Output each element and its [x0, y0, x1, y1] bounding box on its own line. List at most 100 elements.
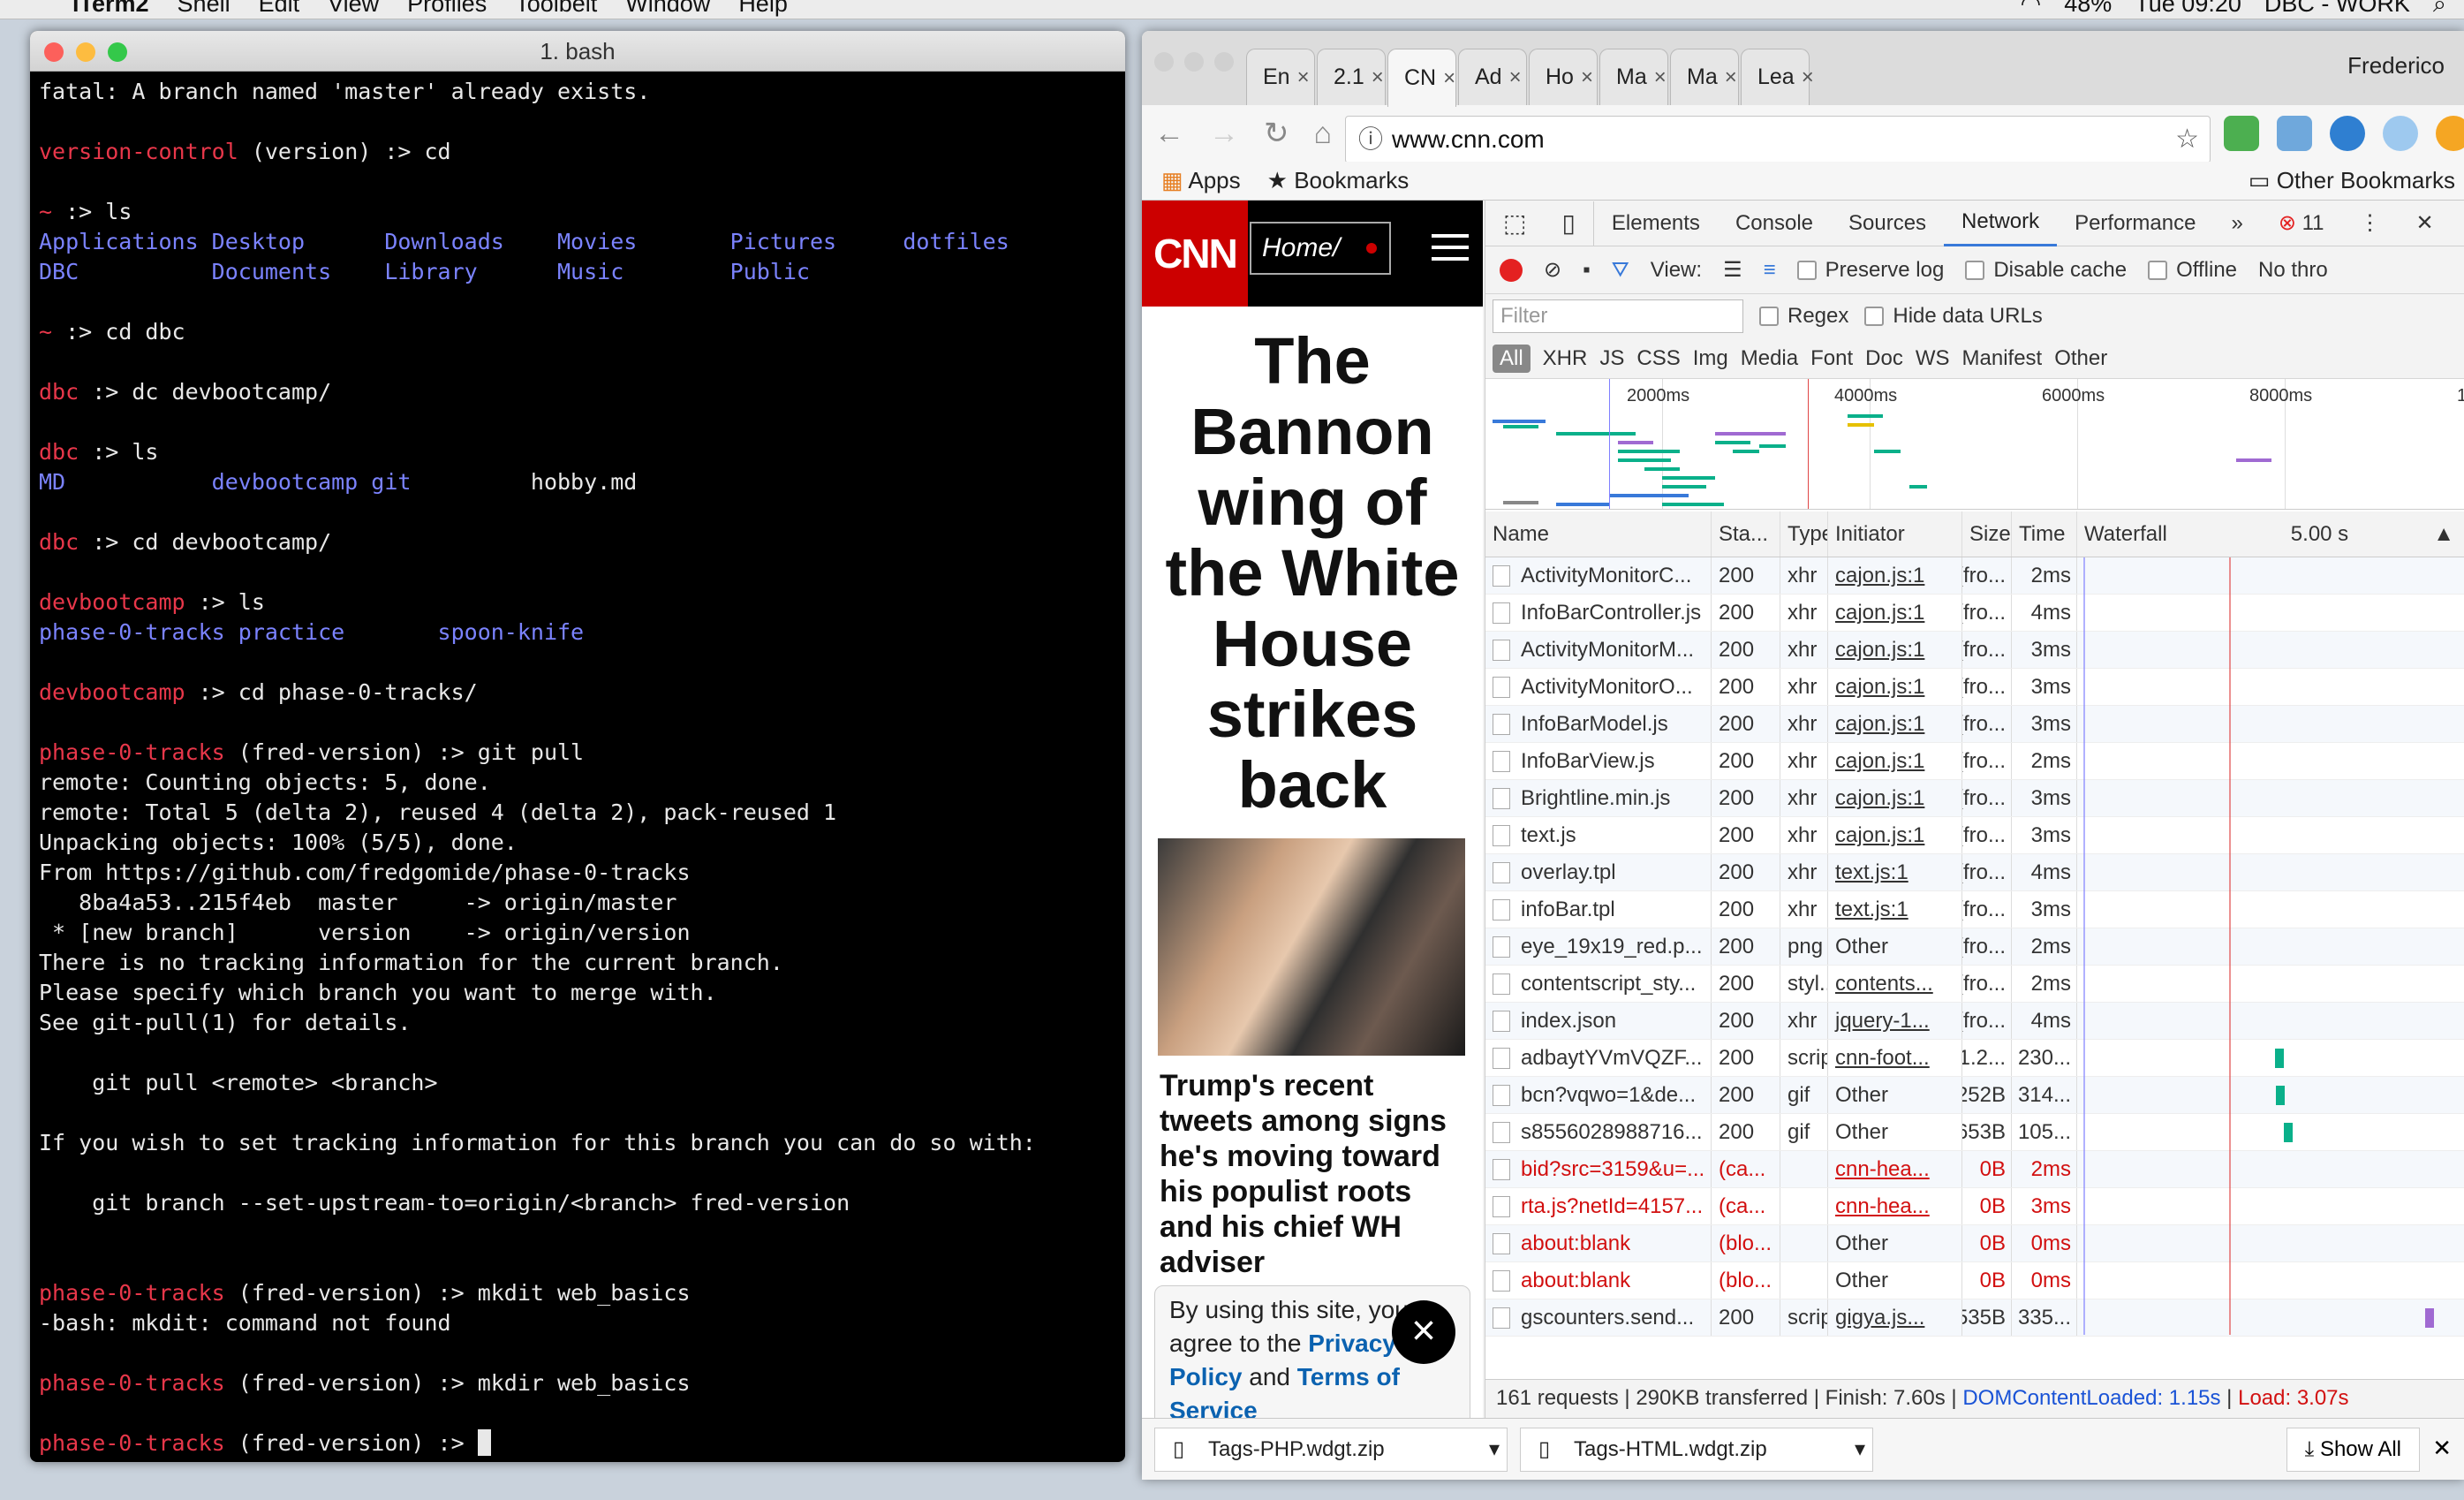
show-all-button[interactable]: ⤓ Show All: [2286, 1428, 2420, 1472]
table-row[interactable]: ActivityMonitorC... 200 xhr cajon.js:1 (fro.…: [1485, 557, 2464, 595]
cell-initiator[interactable]: jquery-1...: [1828, 1003, 1962, 1039]
table-row[interactable]: InfoBarController.js 200 xhr cajon.js:1 (fro…: [1485, 595, 2464, 632]
table-row[interactable]: InfoBarModel.js 200 xhr cajon.js:1 (fro... 3m…: [1485, 706, 2464, 743]
type-filter-img[interactable]: Img: [1693, 346, 1728, 371]
table-row[interactable]: overlay.tpl 200 xhr text.js:1 (fro... 4ms: [1485, 854, 2464, 891]
close-window-button[interactable]: [1154, 52, 1174, 72]
type-filter-ws[interactable]: WS: [1916, 346, 1950, 371]
record-button[interactable]: [1500, 258, 1523, 282]
table-row[interactable]: adbaytYVmVQZF... 200 script cnn-foot... 1.2.…: [1485, 1040, 2464, 1077]
browser-tab[interactable]: En ×: [1246, 49, 1315, 105]
search-icon[interactable]: ⌕: [2433, 0, 2446, 16]
menu-toolbelt[interactable]: Toolbelt: [515, 0, 597, 15]
headline[interactable]: The Bannon wing of the White House strik…: [1142, 307, 1483, 821]
menu-window[interactable]: Window: [625, 0, 710, 15]
table-row[interactable]: index.json 200 xhr jquery-1... (fro... 4ms: [1485, 1003, 2464, 1040]
home-icon[interactable]: ⌂: [1314, 117, 1333, 151]
close-devtools-icon[interactable]: ✕: [2399, 201, 2452, 246]
table-row[interactable]: contentscript_sty... 200 styl... contents..…: [1485, 966, 2464, 1003]
table-row[interactable]: about:blank (blo... Other 0B 0ms: [1485, 1225, 2464, 1262]
device-toolbar-icon[interactable]: ▯: [1544, 201, 1594, 246]
cnn-home-section[interactable]: Home/: [1250, 222, 1391, 275]
cell-initiator[interactable]: cajon.js:1: [1828, 817, 1962, 853]
type-filter-xhr[interactable]: XHR: [1543, 346, 1588, 371]
cell-initiator[interactable]: cnn-hea...: [1828, 1188, 1962, 1224]
table-row[interactable]: Brightline.min.js 200 xhr cajon.js:1 (fro...…: [1485, 780, 2464, 817]
close-tab-icon[interactable]: ×: [1654, 65, 1667, 90]
cell-initiator[interactable]: cajon.js:1: [1828, 780, 1962, 816]
table-row[interactable]: gscounters.send... 200 script gigya.js... 53…: [1485, 1299, 2464, 1337]
cell-initiator[interactable]: Other: [1828, 1077, 1962, 1113]
browser-tab[interactable]: 2.1 ×: [1317, 49, 1386, 105]
cell-initiator[interactable]: cnn-hea...: [1828, 1151, 1962, 1187]
cell-initiator[interactable]: Other: [1828, 1225, 1962, 1261]
type-filter-media[interactable]: Media: [1741, 346, 1798, 371]
bookmarks-shortcut[interactable]: ★ Bookmarks: [1267, 167, 1410, 194]
kebab-menu-icon[interactable]: ⋮: [2342, 201, 2399, 246]
filter-input[interactable]: Filter: [1493, 299, 1743, 333]
profile-button[interactable]: Frederico: [2347, 52, 2445, 80]
cell-initiator[interactable]: gigya.js...: [1828, 1299, 1962, 1336]
clock[interactable]: Tue 09:20: [2135, 0, 2241, 16]
cell-initiator[interactable]: cnn-foot...: [1828, 1040, 1962, 1076]
terminal-titlebar[interactable]: 1. bash: [30, 31, 1125, 72]
table-row[interactable]: rta.js?netId=4157... (ca... cnn-hea... 0B 3m…: [1485, 1188, 2464, 1225]
extension-icon[interactable]: [2436, 116, 2464, 151]
close-tab-icon[interactable]: ×: [1443, 66, 1455, 91]
camera-icon[interactable]: ▪: [1583, 258, 1591, 283]
close-downloads-icon[interactable]: ✕: [2432, 1435, 2452, 1462]
other-bookmarks[interactable]: ▭ Other Bookmarks: [2249, 167, 2455, 194]
forward-icon[interactable]: →: [1209, 117, 1239, 151]
article-photo[interactable]: [1158, 838, 1465, 1056]
inspect-icon[interactable]: ⬚: [1485, 201, 1544, 246]
extension-icon[interactable]: [2330, 116, 2365, 151]
browser-tab[interactable]: CN ×: [1387, 49, 1456, 107]
address-bar[interactable]: ⓘ www.cnn.com ☆: [1345, 116, 2211, 163]
apps-shortcut[interactable]: ▦ Apps: [1161, 167, 1241, 194]
type-filter-other[interactable]: Other: [2054, 346, 2107, 371]
calendar-extension-icon[interactable]: [2224, 116, 2259, 151]
col-size[interactable]: Size: [1962, 511, 2012, 557]
overview-icon[interactable]: ≡: [1764, 258, 1776, 283]
offline-checkbox[interactable]: Offline: [2148, 258, 2237, 283]
cell-initiator[interactable]: Other: [1828, 928, 1962, 965]
browser-tab[interactable]: Ma ×: [1670, 49, 1739, 105]
more-tabs-icon[interactable]: »: [2213, 201, 2260, 246]
extension-icon[interactable]: [2277, 116, 2312, 151]
menu-help[interactable]: Help: [738, 0, 788, 15]
profile-name[interactable]: DBC - WORK: [2264, 0, 2410, 16]
tab-performance[interactable]: Performance: [2057, 201, 2213, 246]
cell-initiator[interactable]: contents...: [1828, 966, 1962, 1002]
error-count[interactable]: ⊗ 11: [2261, 201, 2342, 246]
type-filter-js[interactable]: JS: [1599, 346, 1624, 371]
close-tab-icon[interactable]: ×: [1581, 65, 1593, 90]
table-row[interactable]: bcn?vqwo=1&de... 200 gif Other 252B 314...: [1485, 1077, 2464, 1114]
col-name[interactable]: Name: [1485, 511, 1712, 557]
table-row[interactable]: infoBar.tpl 200 xhr text.js:1 (fro... 3ms: [1485, 891, 2464, 928]
bookmark-star-icon[interactable]: ☆: [2175, 117, 2199, 163]
regex-checkbox[interactable]: Regex: [1759, 304, 1848, 329]
hide-data-urls-checkbox[interactable]: Hide data URLs: [1864, 304, 2043, 329]
info-icon[interactable]: ⓘ: [1358, 117, 1383, 163]
type-filter-manifest[interactable]: Manifest: [1962, 346, 2043, 371]
cell-initiator[interactable]: cajon.js:1: [1828, 669, 1962, 705]
table-row[interactable]: ActivityMonitorO... 200 xhr cajon.js:1 (fro.…: [1485, 669, 2464, 706]
network-overview[interactable]: 2000ms 4000ms 6000ms 8000ms 1: [1485, 379, 2464, 510]
cell-initiator[interactable]: text.js:1: [1828, 891, 1962, 928]
cell-initiator[interactable]: cajon.js:1: [1828, 706, 1962, 742]
tab-sources[interactable]: Sources: [1831, 201, 1944, 246]
type-filter-font[interactable]: Font: [1810, 346, 1853, 371]
minimize-window-button[interactable]: [1184, 52, 1204, 72]
browser-tab[interactable]: Ma ×: [1599, 49, 1668, 105]
cell-initiator[interactable]: cajon.js:1: [1828, 743, 1962, 779]
cell-initiator[interactable]: Other: [1828, 1114, 1962, 1150]
table-row[interactable]: eye_19x19_red.p... 200 png Other (fro... 2ms: [1485, 928, 2464, 966]
table-row[interactable]: about:blank (blo... Other 0B 0ms: [1485, 1262, 2464, 1299]
menu-app-name[interactable]: iTerm2: [72, 0, 149, 15]
menu-view[interactable]: View: [328, 0, 379, 15]
disable-cache-checkbox[interactable]: Disable cache: [1965, 258, 2127, 283]
table-row[interactable]: bid?src=3159&u=... (ca... cnn-hea... 0B 2ms: [1485, 1151, 2464, 1188]
reload-icon[interactable]: ↻: [1264, 116, 1289, 151]
throttling-select[interactable]: No thro: [2258, 258, 2328, 283]
wifi-icon[interactable]: ◠: [2021, 0, 2042, 16]
